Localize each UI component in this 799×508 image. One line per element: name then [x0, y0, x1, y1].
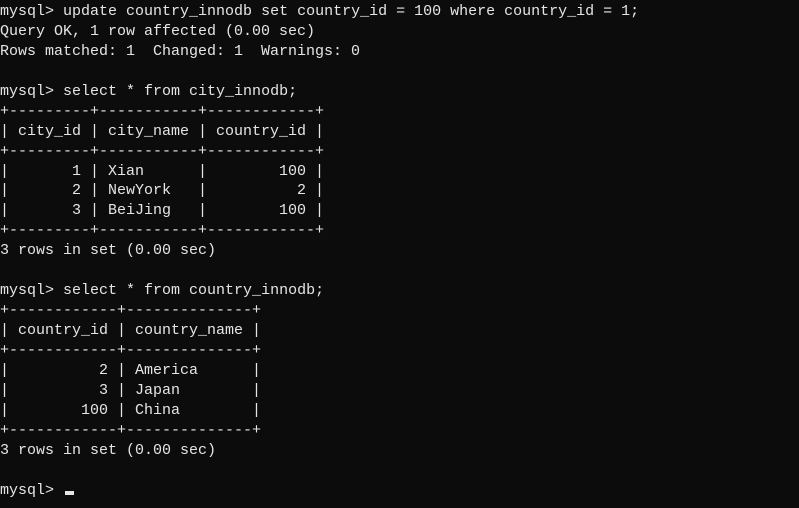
- table-border: +---------+-----------+------------+: [0, 103, 324, 120]
- table-border: +---------+-----------+------------+: [0, 143, 324, 160]
- table-row: | 3 | BeiJing | 100 |: [0, 202, 324, 219]
- table-row: | 1 | Xian | 100 |: [0, 163, 324, 180]
- sql-command-update: update country_innodb set country_id = 1…: [63, 3, 639, 20]
- query-ok-line: Query OK, 1 row affected (0.00 sec): [0, 23, 315, 40]
- sql-command-select-country: select * from country_innodb;: [63, 282, 324, 299]
- rows-matched-line: Rows matched: 1 Changed: 1 Warnings: 0: [0, 43, 360, 60]
- table-border: +---------+-----------+------------+: [0, 222, 324, 239]
- table-border: +------------+--------------+: [0, 342, 261, 359]
- prompt: mysql>: [0, 282, 54, 299]
- table-header: | country_id | country_name |: [0, 322, 261, 339]
- rows-in-set: 3 rows in set (0.00 sec): [0, 242, 216, 259]
- table-border: +------------+--------------+: [0, 302, 261, 319]
- terminal-output[interactable]: mysql> update country_innodb set country…: [0, 0, 799, 500]
- table-row: | 2 | NewYork | 2 |: [0, 182, 324, 199]
- rows-in-set: 3 rows in set (0.00 sec): [0, 442, 216, 459]
- table-row: | 2 | America |: [0, 362, 261, 379]
- cursor-icon: [65, 491, 74, 495]
- prompt: mysql>: [0, 3, 54, 20]
- prompt: mysql>: [0, 482, 54, 499]
- prompt: mysql>: [0, 83, 54, 100]
- table-row: | 3 | Japan |: [0, 382, 261, 399]
- table-border: +------------+--------------+: [0, 422, 261, 439]
- sql-command-select-city: select * from city_innodb;: [63, 83, 297, 100]
- table-row: | 100 | China |: [0, 402, 261, 419]
- table-header: | city_id | city_name | country_id |: [0, 123, 324, 140]
